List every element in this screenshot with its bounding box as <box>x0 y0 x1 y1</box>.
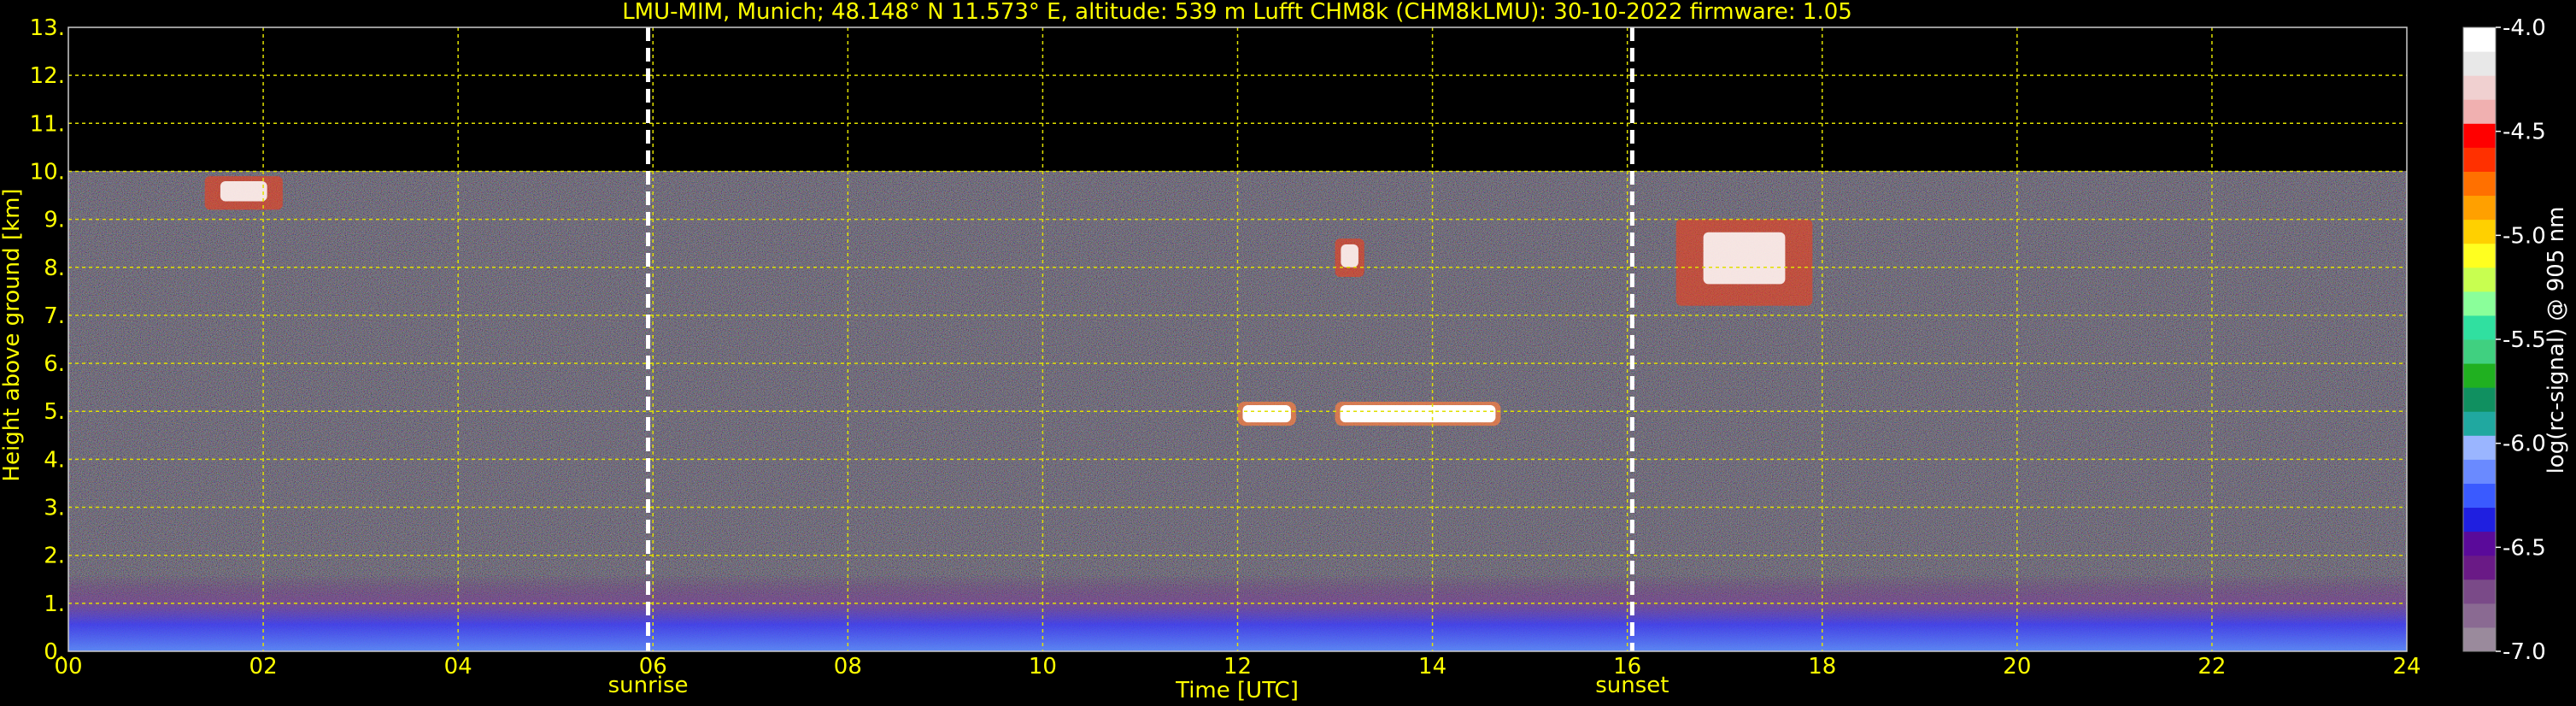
y-tick-label: 3. <box>44 496 65 521</box>
colorbar-segment <box>2463 435 2496 460</box>
colorbar-label: log(rc-signal) @ 905 nm <box>2544 207 2569 474</box>
y-tick-label: 12. <box>30 63 65 89</box>
colorbar-segment <box>2463 555 2496 580</box>
colorbar-segment <box>2463 243 2496 268</box>
x-tick-label: 18 <box>1808 654 1836 680</box>
y-tick-label: 1. <box>44 591 65 617</box>
colorbar-segment <box>2463 483 2496 509</box>
colorbar-segment <box>2463 627 2496 652</box>
y-tick-label: 13. <box>30 15 65 41</box>
colorbar-segment <box>2463 315 2496 340</box>
colorbar-segment <box>2463 507 2496 532</box>
y-axis-label: Height above ground [km] <box>0 188 25 481</box>
x-axis-label: Time [UTC] <box>1175 678 1299 703</box>
x-tick-label: 02 <box>249 654 278 680</box>
y-tick-label: 0. <box>44 639 65 665</box>
colorbar-segment <box>2463 195 2496 221</box>
y-tick-label: 10. <box>30 159 65 185</box>
x-tick-label: 14 <box>1418 654 1446 680</box>
colorbar-tick-label: -7.0 <box>2503 639 2546 665</box>
colorbar-tick-label: -6.5 <box>2503 535 2546 561</box>
colorbar-segment <box>2463 459 2496 484</box>
colorbar-segment <box>2463 531 2496 556</box>
colorbar-segment <box>2463 99 2496 124</box>
colorbar-segment <box>2463 147 2496 172</box>
y-tick-label: 5. <box>44 399 65 425</box>
feature-cloud <box>1340 405 1496 423</box>
x-tick-label: 24 <box>2392 654 2421 680</box>
feature-boundary-layer <box>68 574 2407 651</box>
colorbar-segment <box>2463 291 2496 316</box>
colorbar-segment <box>2463 387 2496 412</box>
y-tick-label: 4. <box>44 447 65 473</box>
event-label-sunset: sunset <box>1595 673 1669 698</box>
feature-cirrus <box>1341 244 1358 268</box>
y-tick-label: 8. <box>44 256 65 281</box>
colorbar-segment <box>2463 339 2496 364</box>
colorbar-segment <box>2463 363 2496 388</box>
colorbar-tick-label: -5.5 <box>2503 327 2546 353</box>
feature-cirrus <box>1703 232 1786 285</box>
y-tick-label: 7. <box>44 303 65 329</box>
event-label-sunrise: sunrise <box>608 673 689 698</box>
colorbar-segment <box>2463 603 2496 628</box>
y-tick-label: 2. <box>44 544 65 569</box>
chart-title: LMU-MIM, Munich; 48.148° N 11.573° E, al… <box>622 0 1852 25</box>
colorbar-segment <box>2463 411 2496 436</box>
colorbar-segment <box>2463 51 2496 76</box>
colorbar-segment <box>2463 579 2496 604</box>
y-tick-label: 11. <box>30 111 65 137</box>
x-tick-label: 08 <box>834 654 862 680</box>
colorbar-segment <box>2463 27 2496 52</box>
x-tick-label: 10 <box>1029 654 1057 680</box>
colorbar-segment <box>2463 219 2496 244</box>
feature-cirrus <box>220 180 267 202</box>
colorbar-tick-label: -6.0 <box>2503 432 2546 457</box>
colorbar-tick-label: -4.5 <box>2503 120 2546 145</box>
colorbar-tick-label: -5.0 <box>2503 223 2546 249</box>
x-tick-label: 20 <box>2003 654 2031 680</box>
x-tick-label: 12 <box>1223 654 1252 680</box>
colorbar-segment <box>2463 123 2496 148</box>
y-tick-label: 9. <box>44 208 65 233</box>
ceilometer-chart: 00 02 04 06 08 10 12 14 16 18 20 22 240.1.2.3.4.5.6.… <box>0 0 2569 703</box>
y-tick-label: 6. <box>44 351 65 377</box>
x-tick-label: 04 <box>444 654 472 680</box>
feature-cloud <box>1242 405 1291 423</box>
colorbar-segment <box>2463 75 2496 100</box>
colorbar-segment <box>2463 171 2496 197</box>
x-tick-label: 22 <box>2198 654 2226 680</box>
colorbar-segment <box>2463 267 2496 292</box>
colorbar-tick-label: -4.0 <box>2503 15 2546 41</box>
